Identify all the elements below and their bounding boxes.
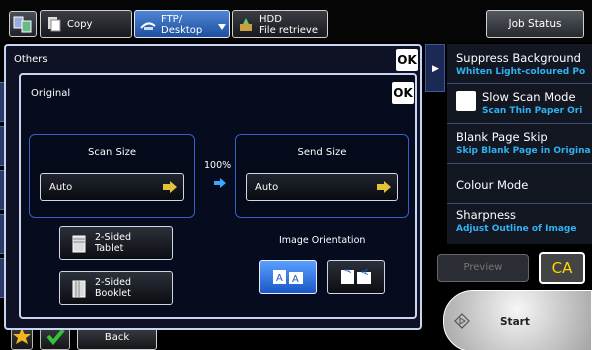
slow-scan-checkbox[interactable] xyxy=(456,91,476,111)
two-sided-tablet-button[interactable]: 2-Sided Tablet xyxy=(59,226,173,260)
arrow-right-icon xyxy=(163,181,177,193)
orientation-upright-button[interactable]: A A xyxy=(259,260,317,294)
blank-page-skip-title: Blank Page Skip xyxy=(456,130,548,144)
tab-ftp-line2: Desktop xyxy=(161,25,203,36)
function-panel: Suppress Background Whiten Light-coloure… xyxy=(447,44,592,244)
two-sided-booklet-button[interactable]: 2-Sided Booklet xyxy=(59,271,173,305)
others-title: Others xyxy=(14,54,48,65)
arrow-right-icon xyxy=(214,178,226,188)
sharpness-item[interactable]: Sharpness Adjust Outline of Image xyxy=(447,204,592,244)
original-ok-button[interactable]: OK xyxy=(392,82,414,104)
tab-hdd-file-retrieve[interactable]: HDD File retrieve xyxy=(232,10,328,38)
mode-switch-icon xyxy=(13,16,32,33)
others-ok-button[interactable]: OK xyxy=(396,49,418,71)
start-button[interactable]: Start xyxy=(443,290,592,350)
panel-collapse-button[interactable]: ▶ xyxy=(425,44,445,92)
scan-size-selector[interactable]: Auto xyxy=(40,173,184,201)
blank-page-skip-sub: Skip Blank Page in Origina xyxy=(456,146,591,156)
suppress-background-item[interactable]: Suppress Background Whiten Light-coloure… xyxy=(447,44,592,84)
sharpness-title: Sharpness xyxy=(456,208,517,222)
tab-copy[interactable]: Copy xyxy=(40,10,132,38)
hdd-icon xyxy=(240,18,252,31)
colour-mode-title: Colour Mode xyxy=(456,178,529,192)
slow-scan-mode-item[interactable]: Slow Scan Mode Scan Thin Paper Ori xyxy=(447,84,592,124)
booklet-line1: 2-Sided xyxy=(95,277,132,288)
booklet-icon xyxy=(72,280,86,298)
slow-scan-title: Slow Scan Mode xyxy=(482,90,576,104)
orientation-upright-icon: A A xyxy=(273,270,303,285)
colour-mode-item[interactable]: Colour Mode xyxy=(447,164,592,204)
scan-size-label: Scan Size xyxy=(87,147,137,158)
booklet-line2: Booklet xyxy=(95,288,131,299)
orientation-rotated-icon: A A xyxy=(341,269,371,284)
top-bar: Copy FTP/ Desktop HDD File retrieve Job … xyxy=(0,0,592,42)
send-size-value: Auto xyxy=(255,182,279,193)
tablet-line2: Tablet xyxy=(95,243,124,254)
tab-hdd-label: HDD File retrieve xyxy=(259,14,318,36)
panel-collapse-icon: ▶ xyxy=(432,64,439,74)
suppress-background-title: Suppress Background xyxy=(456,51,581,65)
scan-size-value: Auto xyxy=(49,182,73,193)
tab-ftp-line1: FTP/ xyxy=(161,14,183,25)
scan-size-panel: Scan Size Auto xyxy=(29,134,195,218)
preview-button[interactable]: Preview xyxy=(437,254,529,282)
tablet-icon xyxy=(72,235,86,253)
orientation-rotated-button[interactable]: A A xyxy=(327,260,385,294)
start-label: Start xyxy=(500,316,530,328)
chevron-down-icon[interactable] xyxy=(218,24,226,30)
send-size-selector[interactable]: Auto xyxy=(246,173,398,201)
clear-all-button[interactable]: CA xyxy=(539,252,585,284)
send-size-panel: Send Size Auto xyxy=(235,134,409,218)
start-icon xyxy=(454,313,470,329)
svg-text:A: A xyxy=(344,269,354,273)
tab-hdd-line1: HDD xyxy=(259,14,282,25)
blank-page-skip-item[interactable]: Blank Page Skip Skip Blank Page in Origi… xyxy=(447,124,592,164)
svg-text:A: A xyxy=(292,274,299,285)
tab-ftp-desktop[interactable]: FTP/ Desktop xyxy=(134,10,230,38)
original-dialog: Original OK Scan Size Auto 100% Send Siz… xyxy=(19,73,417,319)
original-title: Original xyxy=(31,88,71,99)
slow-scan-sub: Scan Thin Paper Ori xyxy=(482,106,583,116)
sharpness-sub: Adjust Outline of Image xyxy=(456,224,577,234)
job-status-button[interactable]: Job Status xyxy=(486,10,584,38)
suppress-background-sub: Whiten Light-coloured Po xyxy=(456,67,586,77)
send-size-label: Send Size xyxy=(297,147,347,158)
ratio-label: 100% xyxy=(204,160,232,171)
mode-switch-button[interactable] xyxy=(9,11,37,37)
copy-icon xyxy=(48,17,61,32)
tab-hdd-line2: File retrieve xyxy=(259,25,318,36)
tab-copy-label: Copy xyxy=(67,19,93,30)
svg-text:A: A xyxy=(276,273,283,284)
tab-ftp-desktop-label: FTP/ Desktop xyxy=(161,14,202,36)
svg-text:A: A xyxy=(361,269,371,275)
ftp-desktop-icon xyxy=(140,22,156,30)
arrow-right-icon xyxy=(377,181,391,193)
tablet-line1: 2-Sided xyxy=(95,232,132,243)
image-orientation-label: Image Orientation xyxy=(279,235,366,246)
